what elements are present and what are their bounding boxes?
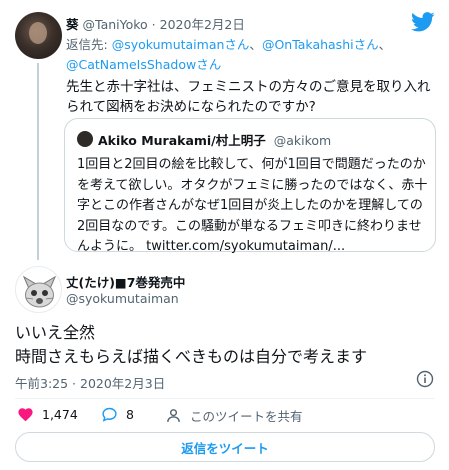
- mention-link[interactable]: @CatNameIsShadowさん: [66, 57, 221, 72]
- mention-separator: 、: [378, 37, 392, 52]
- like-count: 1,474: [42, 407, 78, 422]
- quoted-author-handle: @akikom: [273, 133, 332, 148]
- tweet-text: いいえ全然 時間さえもらえば描くべきものは自分で考えます: [15, 321, 435, 369]
- quoted-tweet-text: 1回目と2回目の絵を比較して、何が1回目で問題だったのかを考えて欲しい。オタクが…: [77, 155, 429, 258]
- parent-tweet-text: 先生と赤十字社は、フェミニストの方々のご意見を取り入れられて図柄をお決めになられ…: [66, 79, 431, 115]
- share-label: このツイートを共有: [190, 409, 303, 424]
- mention-separator: 、: [249, 37, 262, 52]
- reply-bubble-icon[interactable]: [101, 406, 118, 423]
- tweet-text-line: 時間さえもらえば描くべきものは自分で考えます: [15, 347, 368, 366]
- profile-icon[interactable]: [165, 407, 182, 424]
- mention-link[interactable]: @syokumutaimanさん: [112, 37, 250, 52]
- quoted-tweet-header: Akiko Murakami/村上明子 @akikom: [98, 130, 331, 149]
- parent-author-handle[interactable]: @TaniYoko: [83, 17, 148, 32]
- info-icon[interactable]: [416, 370, 434, 388]
- like-action[interactable]: 1,474: [17, 406, 78, 423]
- avatar[interactable]: [15, 12, 62, 59]
- reply-to-prefix: 返信先:: [66, 37, 112, 52]
- mention-link[interactable]: @OnTakahashiさん: [262, 37, 379, 52]
- avatar[interactable]: [15, 266, 62, 313]
- quoted-author-name: Akiko Murakami/村上明子: [98, 133, 266, 148]
- author-handle[interactable]: @syokumutaiman: [66, 291, 179, 306]
- parent-author-name[interactable]: 葵: [66, 17, 79, 32]
- parent-tweet-date[interactable]: 2020年2月2日: [160, 17, 245, 32]
- twitter-bird-icon: [411, 12, 435, 32]
- tweet-actions: 1,474 8 このツイートを共有: [0, 402, 449, 428]
- divider: [15, 398, 435, 399]
- reply-action[interactable]: 8: [101, 406, 134, 423]
- quoted-avatar: [77, 131, 93, 147]
- parent-tweet-header: 葵 @TaniYoko · 2020年2月2日: [66, 14, 245, 33]
- parent-tweet[interactable]: 葵 @TaniYoko · 2020年2月2日 返信先: @syokumutai…: [0, 0, 449, 260]
- cat-avatar-icon: [22, 275, 57, 308]
- tweet-text-line: いいえ全然: [15, 323, 96, 342]
- heart-icon[interactable]: [17, 406, 34, 423]
- reply-tweet-button[interactable]: 返信をツイート: [15, 432, 435, 462]
- reply-count: 8: [126, 407, 134, 422]
- share-action[interactable]: このツイートを共有: [165, 406, 303, 425]
- tweet-timestamp[interactable]: 午前3:25 · 2020年2月3日: [15, 373, 165, 392]
- separator: ·: [151, 17, 156, 32]
- author-name[interactable]: 丈(たけ)■7巻発売中: [66, 272, 185, 291]
- thread-line: [37, 63, 39, 260]
- reply-to-line: 返信先: @syokumutaimanさん、@OnTakahashiさん、 @Ca…: [66, 35, 426, 75]
- quoted-tweet-link[interactable]: twitter.com/syokumutaiman/...: [146, 239, 345, 254]
- quoted-tweet[interactable]: Akiko Murakami/村上明子 @akikom 1回目と2回目の絵を比較…: [64, 118, 436, 254]
